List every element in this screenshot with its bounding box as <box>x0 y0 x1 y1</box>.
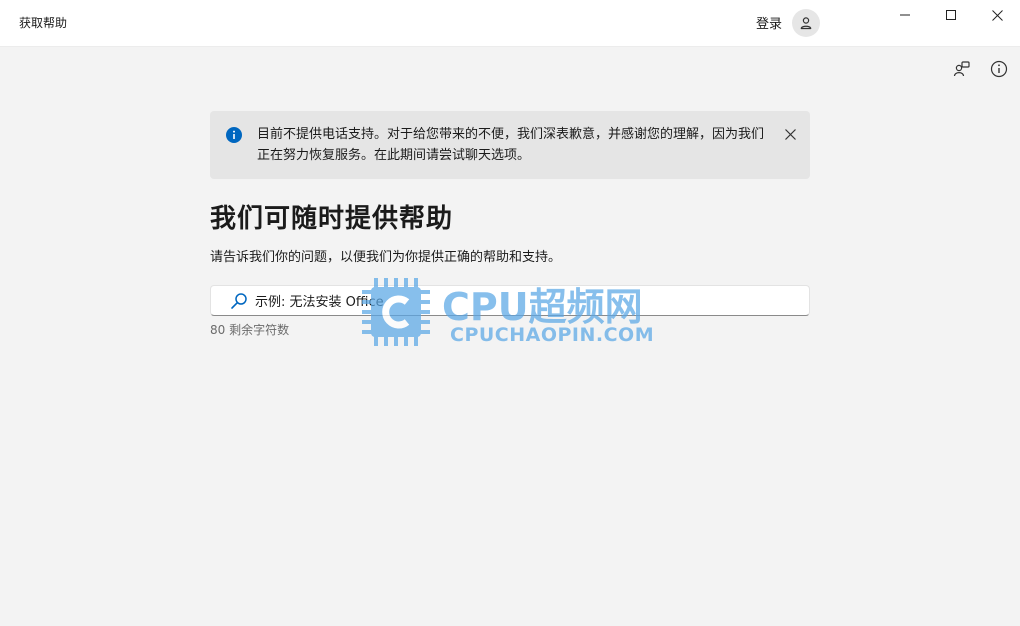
char-counter: 80 剩余字符数 <box>210 323 290 337</box>
maximize-button[interactable] <box>928 0 974 30</box>
info-banner: 目前不提供电话支持。对于给您带来的不便，我们深表歉意，并感谢您的理解，因为我们正… <box>210 111 810 179</box>
banner-dismiss-button[interactable] <box>783 127 797 141</box>
title-bar: 获取帮助 登录 <box>0 0 1020 47</box>
person-icon <box>800 17 812 30</box>
dismiss-icon <box>784 128 796 140</box>
minimize-button[interactable] <box>882 0 928 30</box>
info-icon <box>990 60 1008 78</box>
watermark-brand: CPU超频网 <box>442 285 643 329</box>
app-title: 获取帮助 <box>19 16 68 30</box>
close-window-button[interactable] <box>974 0 1020 30</box>
feedback-button[interactable] <box>953 60 971 78</box>
page-subtitle: 请告诉我们你的问题，以便我们为你提供正确的帮助和支持。 <box>210 250 562 265</box>
chip-logo-icon <box>362 278 430 346</box>
maximize-icon <box>946 10 956 20</box>
avatar-button[interactable] <box>792 9 820 37</box>
watermark: CPU超频网 CPUCHAOPIN.COM <box>360 276 660 348</box>
close-icon <box>991 9 1003 21</box>
search-icon <box>231 293 247 309</box>
banner-message: 目前不提供电话支持。对于给您带来的不便，我们深表歉意，并感谢您的理解，因为我们正… <box>257 127 765 163</box>
about-button[interactable] <box>990 60 1008 78</box>
signin-link[interactable]: 登录 <box>756 13 782 32</box>
info-filled-icon <box>226 127 242 143</box>
watermark-domain: CPUCHAOPIN.COM <box>450 324 655 346</box>
minimize-icon <box>900 14 910 16</box>
page-title: 我们可随时提供帮助 <box>210 204 454 234</box>
feedback-icon <box>953 61 970 77</box>
